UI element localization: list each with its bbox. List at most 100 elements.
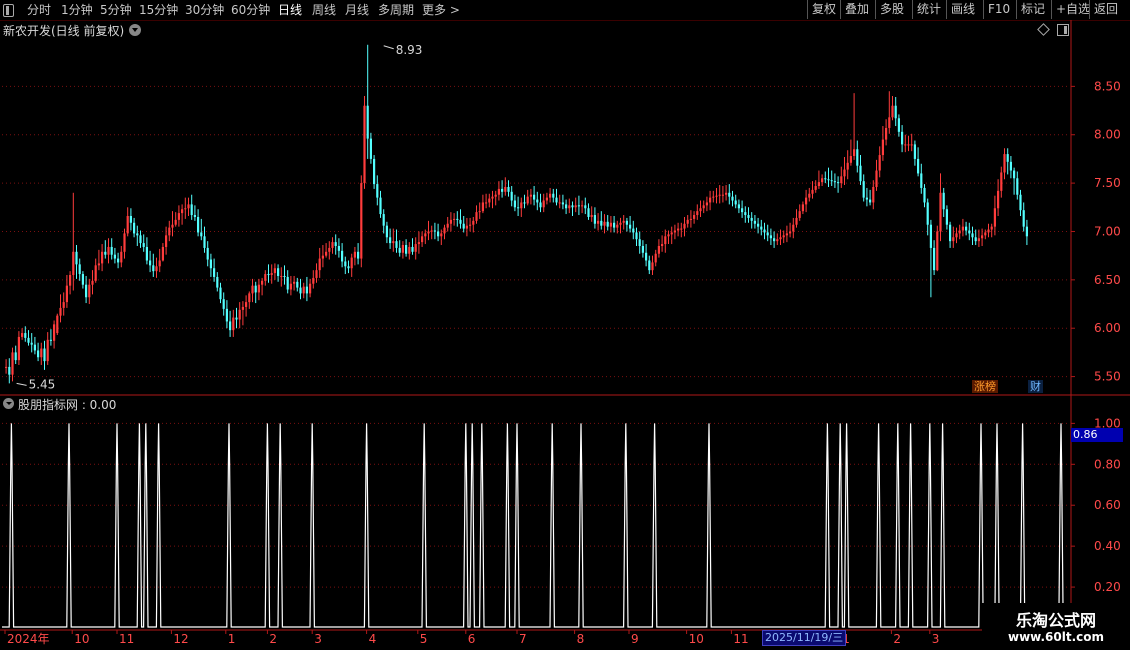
period-tab-0[interactable]: 分时	[27, 2, 51, 18]
candle-body	[113, 254, 116, 259]
toolbar-action-3[interactable]: 统计	[912, 0, 945, 19]
toolbar-action-2[interactable]: 多股	[875, 0, 908, 19]
candle-body	[632, 228, 635, 233]
candle-body	[1022, 210, 1025, 227]
candle-body	[878, 155, 881, 171]
candle-body	[145, 246, 148, 261]
toolbar-action-4[interactable]: 画线	[946, 0, 979, 19]
time-tick-label: 12	[173, 632, 188, 646]
limit-up-badge[interactable]: 涨榜	[972, 380, 998, 393]
candle-body	[1006, 154, 1009, 162]
candle-body	[283, 275, 286, 277]
candle-body	[933, 247, 936, 271]
menu-icon[interactable]	[3, 4, 14, 17]
candle-body	[75, 251, 78, 265]
price-tick-label: 5.50	[1094, 370, 1121, 384]
candle-body	[117, 258, 120, 263]
candle-body	[481, 202, 484, 212]
toolbar-action-7[interactable]: +自选	[1051, 0, 1094, 19]
candle-body	[542, 200, 545, 208]
candle-body	[174, 219, 177, 225]
candle-body	[101, 251, 104, 264]
time-tick-label: 2	[893, 632, 901, 646]
period-tab-9[interactable]: 多周期	[378, 2, 414, 18]
candle-body	[629, 224, 632, 229]
candle-body	[331, 242, 334, 248]
candle-body	[904, 144, 907, 146]
chevron-down-icon[interactable]	[3, 398, 14, 409]
toolbar-action-5[interactable]: F10	[983, 0, 1014, 19]
period-tab-8[interactable]: 月线	[345, 2, 369, 18]
candle-body	[213, 268, 216, 277]
candle-body	[158, 260, 161, 267]
finance-badge[interactable]: 财	[1028, 380, 1043, 393]
candle-body	[821, 178, 824, 183]
candle-body	[545, 197, 548, 201]
candle-body	[33, 344, 36, 351]
period-tab-10[interactable]: 更多 >	[422, 2, 460, 18]
candle-body	[699, 208, 702, 212]
candle-body	[805, 197, 808, 205]
candle-body	[328, 247, 331, 252]
toolbar-action-1[interactable]: 叠加	[840, 0, 873, 19]
candle-body	[965, 226, 968, 231]
candle-body	[859, 165, 862, 182]
period-tab-6[interactable]: 日线	[278, 2, 302, 18]
candle-body	[369, 138, 372, 159]
candle-body	[296, 281, 299, 288]
candle-body	[926, 202, 929, 225]
candle-body	[766, 232, 769, 236]
toolbar-action-0[interactable]: 复权	[807, 0, 840, 19]
candle-body	[21, 333, 24, 337]
time-tick-label: 9	[631, 632, 639, 646]
candle-body	[389, 237, 392, 244]
candle-body	[561, 202, 564, 205]
candle-body	[885, 127, 888, 140]
candle-body	[347, 266, 350, 269]
candle-body	[798, 211, 801, 218]
candle-body	[789, 231, 792, 234]
candle-body	[293, 281, 296, 284]
period-tab-1[interactable]: 1分钟	[61, 2, 93, 18]
time-tick-label: 5	[420, 632, 428, 646]
candle-body	[222, 299, 225, 309]
candle-body	[152, 265, 155, 272]
period-tab-5[interactable]: 60分钟	[231, 2, 270, 18]
watermark: 乐淘公式网 www.60lt.com	[982, 603, 1130, 650]
price-tick-label: 7.50	[1094, 176, 1121, 190]
candle-body	[110, 246, 113, 255]
candle-body	[923, 187, 926, 203]
candle-body	[197, 216, 200, 233]
period-tab-4[interactable]: 30分钟	[185, 2, 224, 18]
candle-body	[837, 182, 840, 184]
toolbar-action-8[interactable]: 返回	[1089, 0, 1122, 19]
candle-body	[85, 284, 88, 298]
candle-body	[635, 232, 638, 240]
candle-body	[267, 274, 270, 276]
candle-body	[385, 225, 388, 238]
candle-body	[187, 204, 190, 209]
candle-body	[709, 197, 712, 203]
candle-body	[37, 350, 40, 358]
period-tab-7[interactable]: 周线	[312, 2, 336, 18]
candle-body	[801, 204, 804, 212]
candle-body	[401, 245, 404, 253]
candle-body	[830, 180, 833, 182]
candle-body	[190, 204, 193, 216]
candle-body	[869, 199, 872, 203]
period-tab-3[interactable]: 15分钟	[139, 2, 178, 18]
date-cursor-badge: 2025/11/19/三	[762, 630, 847, 646]
candle-body	[193, 215, 196, 217]
candle-body	[56, 315, 59, 334]
candle-body	[177, 213, 180, 220]
period-tab-2[interactable]: 5分钟	[100, 2, 132, 18]
candle-body	[417, 242, 420, 245]
candle-body	[232, 317, 235, 331]
candle-body	[465, 225, 468, 229]
candle-body	[5, 366, 8, 368]
toolbar-action-6[interactable]: 标记	[1016, 0, 1049, 19]
candle-body	[440, 233, 443, 237]
indicator-tick-label: 0.60	[1094, 498, 1121, 512]
candle-body	[843, 169, 846, 177]
candle-body	[149, 260, 152, 266]
